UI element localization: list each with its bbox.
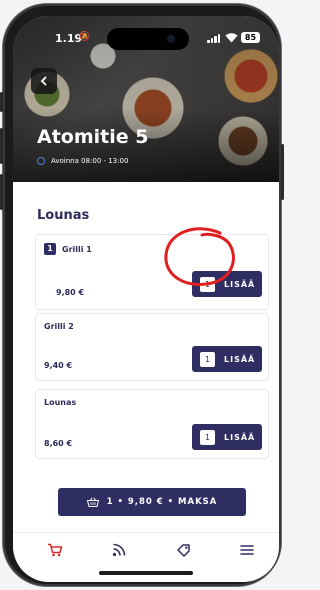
power-button <box>281 144 284 200</box>
add-to-cart-button[interactable]: 1 LISÄÄ <box>192 271 262 297</box>
app-screen: 1.19 🔕 85 Atomitie 5 Avoinna 08:00 - 13:… <box>13 16 279 582</box>
opening-hours: Avoinna 08:00 - 13:00 <box>37 157 128 165</box>
status-bar: 1.19 🔕 85 <box>13 28 279 50</box>
tab-feed[interactable] <box>107 541 131 559</box>
checkout-button[interactable]: 1 • 9,80 € • MAKSA <box>58 488 246 516</box>
menu-item-card: 1 Grilli 1 9,80 € 1 LISÄÄ <box>35 234 269 310</box>
dynamic-island <box>107 28 189 50</box>
cart-quantity-badge: 1 <box>44 243 56 255</box>
tab-menu[interactable] <box>235 541 259 559</box>
silent-mode-icon: 🔕 <box>79 32 91 42</box>
action-button <box>0 92 3 112</box>
back-button[interactable] <box>31 68 57 94</box>
battery-icon: 85 <box>241 32 260 43</box>
volume-down-button <box>0 174 3 210</box>
tag-icon <box>176 543 190 557</box>
menu-item-price: 9,80 € <box>56 288 85 297</box>
add-button-label: LISÄÄ <box>224 354 256 364</box>
quantity-field[interactable]: 1 <box>200 429 215 445</box>
cellular-signal-icon <box>207 34 221 43</box>
section-title: Lounas <box>37 208 90 223</box>
menu-item-price: 8,60 € <box>44 439 73 448</box>
clock-icon <box>37 157 45 165</box>
menu-item-price: 9,40 € <box>44 361 73 370</box>
menu-item-header: 1 Grilli 1 <box>44 243 92 255</box>
menu-icon <box>240 545 254 555</box>
add-to-cart-button[interactable]: 1 LISÄÄ <box>192 346 262 372</box>
chevron-left-icon <box>40 76 47 86</box>
add-button-label: LISÄÄ <box>224 279 256 289</box>
menu-item-card: Lounas 8,60 € 1 LISÄÄ <box>35 389 269 459</box>
add-button-label: LISÄÄ <box>224 432 256 442</box>
basket-icon <box>86 497 99 507</box>
tab-offers[interactable] <box>171 541 195 559</box>
menu-item-name: Lounas <box>44 398 77 407</box>
menu-item-header: Lounas <box>44 398 76 407</box>
menu-item-card: Grilli 2 9,40 € 1 LISÄÄ <box>35 313 269 381</box>
phone-frame: 1.19 🔕 85 Atomitie 5 Avoinna 08:00 - 13:… <box>0 4 284 586</box>
add-to-cart-button[interactable]: 1 LISÄÄ <box>192 424 262 450</box>
opening-hours-text: Avoinna 08:00 - 13:00 <box>51 157 129 165</box>
checkout-button-label: 1 • 9,80 € • MAKSA <box>106 497 218 507</box>
volume-up-button <box>0 128 3 164</box>
menu-item-name: Grilli 1 <box>62 244 92 254</box>
wifi-icon <box>225 33 238 43</box>
quantity-field[interactable]: 1 <box>200 276 215 292</box>
menu-item-name: Grilli 2 <box>44 322 74 331</box>
restaurant-name: Atomitie 5 <box>37 126 149 148</box>
menu-item-header: Grilli 2 <box>44 322 74 331</box>
quantity-field[interactable]: 1 <box>200 351 215 367</box>
tab-cart[interactable] <box>43 541 67 559</box>
cart-icon <box>48 543 63 557</box>
home-indicator <box>99 571 193 575</box>
rss-feed-icon <box>112 543 126 557</box>
